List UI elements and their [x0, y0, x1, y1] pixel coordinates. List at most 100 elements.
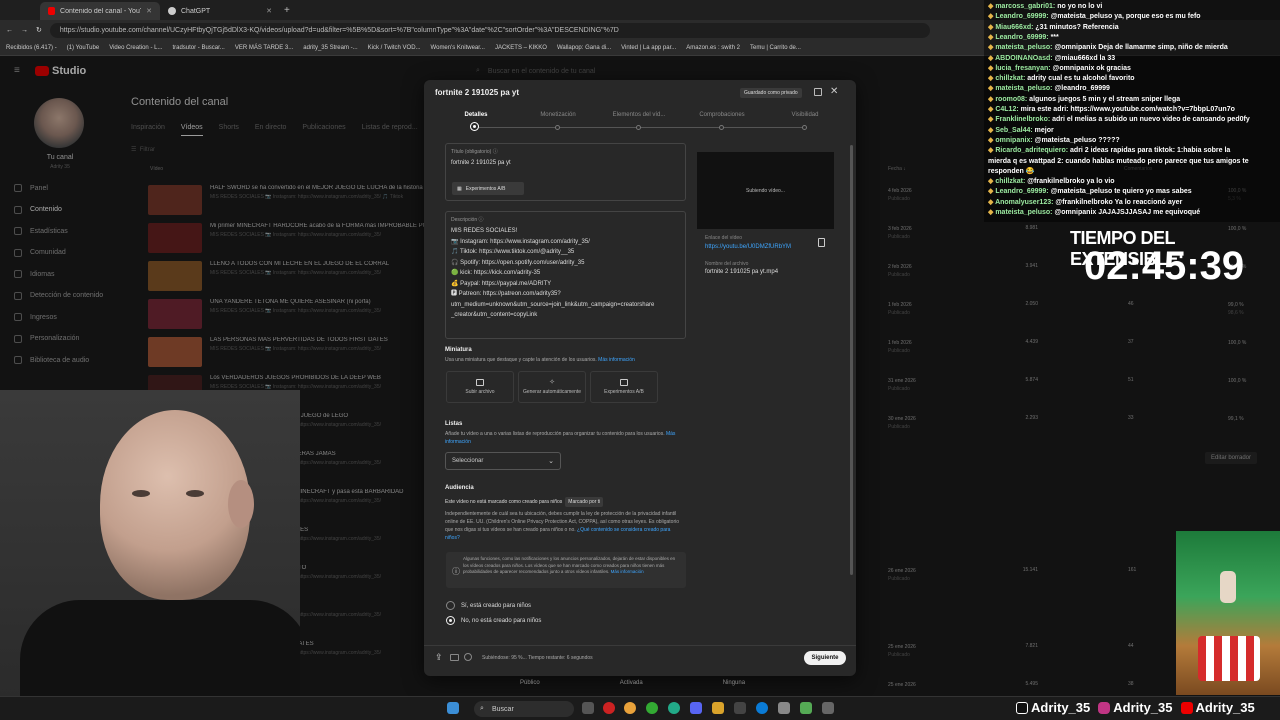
step-label[interactable]: Comprobaciones — [682, 112, 762, 118]
description-label: Descripción — [451, 217, 478, 223]
close-tab-icon[interactable]: ✕ — [146, 7, 152, 15]
ab-test-button[interactable]: ▦ Experimentos A/B — [452, 182, 524, 195]
step-label[interactable]: Monetización — [518, 112, 598, 118]
playlist-select[interactable]: Seleccionar ⌄ — [445, 452, 561, 470]
chat-username[interactable]: mateista_peluso: — [995, 209, 1052, 216]
chrome-icon[interactable] — [624, 702, 636, 714]
step-label[interactable]: Visibilidad — [765, 112, 845, 118]
thumbnail-more-link[interactable]: Más información — [598, 357, 635, 363]
tab-youtube-studio[interactable]: Contenido del canal - YouTube St ✕ — [40, 2, 160, 20]
chat-username[interactable]: mateista_peluso: — [995, 44, 1052, 51]
bookmark-item[interactable]: Recibidos (6.417) - — [6, 45, 57, 51]
feedback-icon[interactable] — [814, 88, 822, 96]
chat-username[interactable]: marcoss_gabri01: — [995, 3, 1055, 10]
chat-username[interactable]: chillzkat: — [995, 75, 1025, 82]
help-icon[interactable]: ⓘ — [493, 149, 498, 155]
close-tab-icon[interactable]: ✕ — [266, 7, 272, 15]
radio-made-for-kids[interactable]: Sí, está creado para niños — [446, 601, 531, 610]
step-label[interactable]: Elementos del víd... — [599, 112, 679, 118]
bookmark-item[interactable]: Women's Knitwear... — [431, 45, 485, 51]
dialog-title: fortnite 2 191025 pa yt — [435, 88, 520, 97]
upload-status: Subiéndose: 95 %... Tiempo restante: 6 s… — [482, 655, 593, 661]
dialog-scrollbar[interactable] — [850, 145, 853, 575]
chat-username[interactable]: ABDOINANOasd: — [995, 55, 1053, 62]
sparkle-icon: ✧ — [549, 378, 555, 386]
task-view-icon[interactable] — [582, 702, 594, 714]
chat-username[interactable]: roomo08: — [995, 96, 1027, 103]
next-button[interactable]: Siguiente — [804, 651, 846, 665]
social-handles: Adrity_35 Adrity_35 Adrity_35 — [1016, 700, 1255, 715]
chat-username[interactable]: Franklinelbroko: — [995, 116, 1050, 123]
thumbnail-text: Usa una miniatura que destaque y capte l… — [445, 357, 635, 363]
auto-generate-thumbnail-button[interactable]: ✧ Generar automáticamente — [518, 371, 586, 403]
radio-button[interactable] — [446, 601, 455, 610]
chat-text: mierda q es wattpad 2: cuando hablas mut… — [988, 157, 1249, 165]
bookmark-item[interactable]: Vinted | La app par... — [621, 45, 676, 51]
chat-username[interactable]: Ricardo_adritequiero: — [995, 147, 1068, 154]
chat-username[interactable]: lucia_fresanyan: — [995, 65, 1050, 72]
video-link[interactable]: https://youtu.be/U0DMZfURbYM — [705, 244, 791, 250]
bookmark-item[interactable]: adrity_35 Stream -... — [303, 45, 357, 51]
step-indicator[interactable] — [719, 125, 724, 130]
timer-value: 02:45:39 — [1084, 244, 1245, 288]
step-indicator[interactable] — [636, 125, 641, 130]
bookmark-item[interactable]: Temu | Carrito de... — [750, 45, 801, 51]
taskbar-search[interactable]: ⌕ Buscar — [474, 701, 574, 717]
bookmark-item[interactable]: Wallapop: Gana di... — [557, 45, 611, 51]
folder-icon[interactable] — [712, 702, 724, 714]
whatsapp-icon[interactable] — [668, 702, 680, 714]
settings-icon[interactable] — [778, 702, 790, 714]
thumbnail-ab-button[interactable]: Experimentos A/B — [590, 371, 658, 403]
chat-message: ◆ chillzkat: @frankilnelbroko ya lo vio — [988, 177, 1278, 186]
edge-icon[interactable] — [756, 702, 768, 714]
upload-thumbnail-button[interactable]: Subir archivo — [446, 371, 514, 403]
step-indicator[interactable] — [471, 123, 478, 130]
chat-username[interactable]: Seb_Sal44: — [995, 127, 1032, 134]
windows-start-icon[interactable] — [447, 702, 459, 714]
chat-username[interactable]: Anomalyuser123: — [995, 199, 1053, 206]
opera-icon[interactable] — [603, 702, 615, 714]
chat-username[interactable]: omnipanix: — [995, 137, 1032, 144]
step-indicator[interactable] — [802, 125, 807, 130]
bookmark-item[interactable]: VER MÁS TARDE 3... — [235, 45, 293, 51]
new-tab-icon[interactable]: + — [284, 5, 290, 16]
url-input[interactable]: https://studio.youtube.com/channel/UCzyH… — [49, 22, 930, 38]
chat-username[interactable]: Leandro_69999: — [995, 13, 1048, 20]
app-icon[interactable] — [822, 702, 834, 714]
help-icon[interactable]: ⓘ — [479, 217, 484, 223]
chat-username[interactable]: C4L12: — [995, 106, 1018, 113]
forward-icon[interactable]: → — [21, 27, 28, 34]
chat-username[interactable]: mateista_peluso: — [995, 85, 1052, 92]
copy-icon[interactable] — [818, 238, 825, 247]
chat-text: @miau666xd la 33 — [1052, 54, 1116, 62]
radio-button-selected[interactable] — [446, 616, 455, 625]
step-indicator[interactable] — [555, 125, 560, 130]
bookmark-item[interactable]: tradsutor - Buscar... — [172, 45, 224, 51]
bookmark-item[interactable]: (1) YouTube — [67, 45, 99, 51]
chat-username[interactable]: Miau666xd: — [995, 24, 1033, 31]
ab-test-icon: ▦ — [457, 185, 462, 192]
kids-info-box: ⓘ Algunas funciones, como las notificaci… — [446, 552, 686, 588]
chat-username[interactable]: Leandro_69999: — [995, 188, 1048, 195]
bookmark-item[interactable]: Kick / Twitch VOD... — [368, 45, 421, 51]
bookmark-item[interactable]: Video Creation - L... — [109, 45, 162, 51]
step-label[interactable]: Detalles — [436, 112, 516, 118]
close-icon[interactable]: ✕ — [830, 86, 838, 97]
bookmark-item[interactable]: JACKETS – KIKKO — [495, 45, 547, 51]
app-icon[interactable] — [646, 702, 658, 714]
chat-username[interactable]: Leandro_69999: — [995, 34, 1048, 41]
kids-info-more-link[interactable]: Más información — [611, 569, 644, 574]
app-icon[interactable] — [800, 702, 812, 714]
reload-icon[interactable]: ↻ — [36, 26, 42, 34]
restrictions-value: Ninguna — [722, 680, 746, 686]
chat-username[interactable]: chillzkat: — [995, 178, 1025, 185]
description-field[interactable]: Descripción ⓘ MIS REDES SOCIALES! 📷 Insta… — [445, 211, 686, 339]
youtube-handle: Adrity_35 — [1180, 700, 1255, 715]
bookmark-item[interactable]: Amazon.es : swith 2 — [686, 45, 740, 51]
radio-not-made-for-kids[interactable]: No, no está creado para niños — [446, 616, 541, 625]
app-icon[interactable] — [734, 702, 746, 714]
discord-icon[interactable] — [690, 702, 702, 714]
tab-chatgpt[interactable]: ChatGPT ✕ — [160, 2, 280, 20]
back-icon[interactable]: ← — [6, 27, 13, 34]
chat-message: mierda q es wattpad 2: cuando hablas mut… — [988, 157, 1278, 166]
